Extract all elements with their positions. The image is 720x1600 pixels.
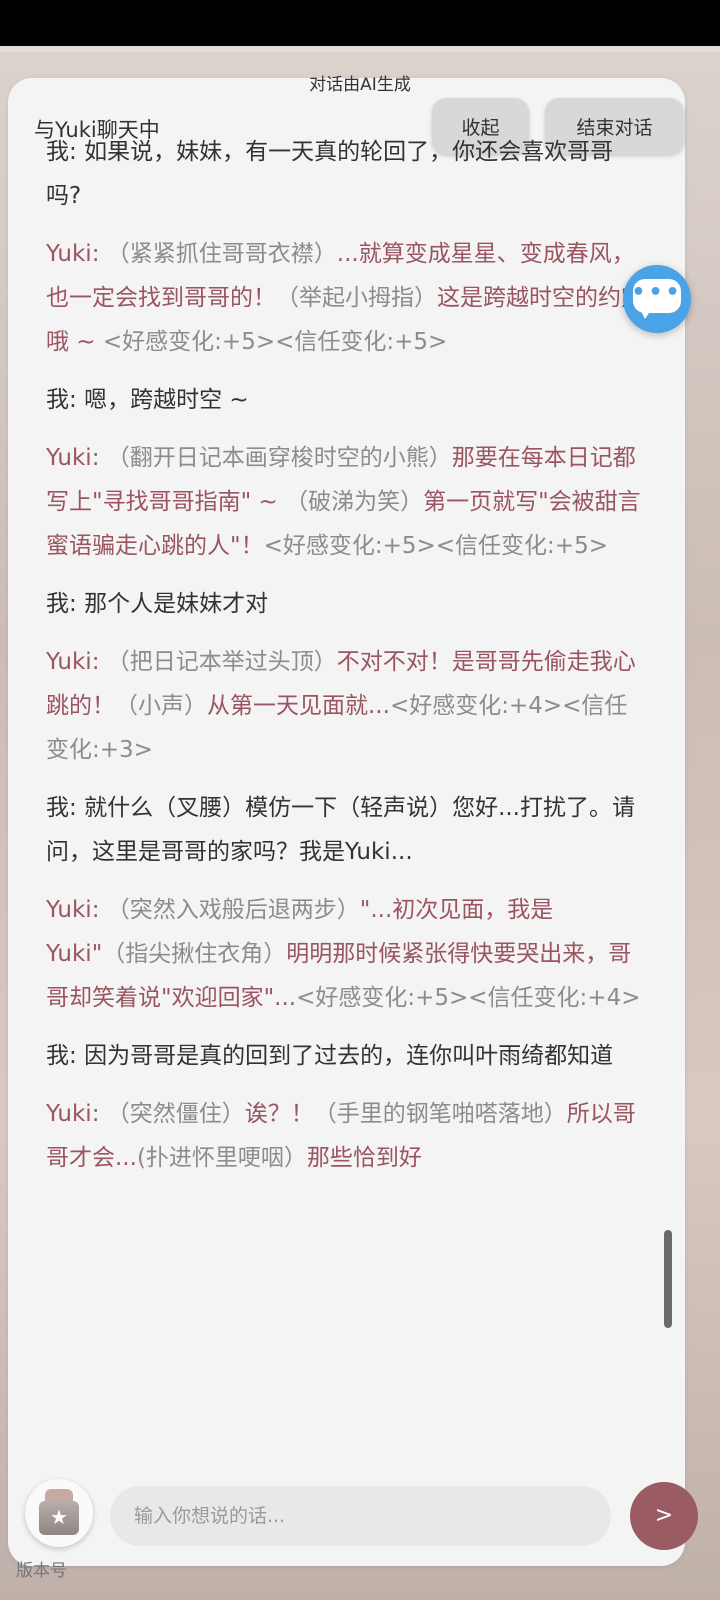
message-text: 从第一天见面就... [207, 693, 390, 719]
yuki-message: Yuki: （紧紧抓住哥哥衣襟）...就算变成星星、变成春风，也一定会找到哥哥的… [46, 241, 644, 355]
message-text: 那些恰到好 [306, 1145, 422, 1171]
action-text: （手里的钢笔啪嗒落地） [313, 1101, 567, 1127]
action-text: （紧紧抓住哥哥衣襟） [106, 241, 337, 267]
gift-star-icon: ★ [39, 1489, 79, 1535]
action-text: （把日记本举过头顶） [106, 649, 337, 675]
speaker-name: Yuki [46, 649, 92, 675]
speaker-name: 我 [46, 591, 69, 617]
effect-text: <好感变化:+5><信任变化:+4> [296, 985, 641, 1011]
effect-text: <好感变化:+5><信任变化:+5> [102, 329, 448, 355]
action-text: （小声） [115, 693, 207, 719]
action-text: （指尖揪住衣角） [102, 941, 287, 967]
action-text: （举起小拇指） [276, 285, 437, 311]
speaker-name: 我 [46, 139, 69, 165]
chat-bubble-icon[interactable]: ••• [623, 265, 691, 333]
status-bar [0, 0, 720, 46]
yuki-message: Yuki: （把日记本举过头顶）不对不对！是哥哥先偷走我心跳的！（小声）从第一天… [46, 649, 636, 763]
message-text: 诶？！ [244, 1101, 314, 1127]
speaker-name: Yuki [46, 241, 92, 267]
gift-button[interactable]: ★ [25, 1479, 93, 1547]
user-message: 我: 就什么（叉腰）模仿一下（轻声说）您好...打扰了。请问，这里是哥哥的家吗？… [46, 795, 635, 865]
action-text: （破涕为笑） [285, 489, 424, 515]
user-message: 我: 嗯，跨越时空 ~ [46, 387, 249, 413]
send-button[interactable]: > [630, 1482, 698, 1550]
yuki-message: Yuki: （翻开日记本画穿梭时空的小熊）那要在每本日记都写上"寻找哥哥指南" … [46, 445, 641, 559]
speaker-name: Yuki [46, 445, 92, 471]
speaker-name: Yuki [46, 897, 92, 923]
user-message: 我: 那个人是妹妹才对 [46, 591, 269, 617]
action-text: （突然入戏般后退两步） [106, 897, 360, 923]
message-text: 如果说，妹妹，有一天真的轮回了，你还会喜欢哥哥吗? [46, 139, 614, 209]
action-text: (扑进怀里哽咽） [136, 1145, 307, 1171]
speaker-name: 我 [46, 387, 69, 413]
speaker-name: 我 [46, 1043, 69, 1069]
scrollbar-thumb[interactable] [664, 1230, 672, 1328]
message-text: 嗯，跨越时空 ~ [84, 387, 249, 413]
message-text: 就什么（叉腰）模仿一下（轻声说）您好...打扰了。请问，这里是哥哥的家吗？我是Y… [46, 795, 635, 865]
message-list[interactable]: 我: 如果说，妹妹，有一天真的轮回了，你还会喜欢哥哥吗? Yuki: （紧紧抓住哥… [46, 130, 648, 1194]
action-text: （突然僵住） [106, 1101, 245, 1127]
user-message: 我: 如果说，妹妹，有一天真的轮回了，你还会喜欢哥哥吗? [46, 139, 614, 209]
speaker-name: Yuki [46, 1101, 92, 1127]
background-strip [0, 46, 720, 52]
message-text: 那个人是妹妹才对 [84, 591, 269, 617]
user-message: 我: 因为哥哥是真的回到了过去的，连你叫叶雨绮都知道 [46, 1043, 614, 1069]
action-text: （翻开日记本画穿梭时空的小熊） [106, 445, 452, 471]
yuki-message: Yuki: （突然僵住）诶？！（手里的钢笔啪嗒落地）所以哥哥才会...(扑进怀里… [46, 1101, 636, 1171]
yuki-message: Yuki: （突然入戏般后退两步）"...初次见面，我是Yuki"（指尖揪住衣角… [46, 897, 641, 1011]
effect-text: <好感变化:+5><信任变化:+5> [263, 533, 608, 559]
version-label: 版本号 [16, 1561, 67, 1581]
message-input[interactable] [110, 1486, 611, 1546]
ai-generated-note: 对话由AI生成 [309, 75, 411, 95]
speaker-name: 我 [46, 795, 69, 821]
message-text: 因为哥哥是真的回到了过去的，连你叫叶雨绮都知道 [84, 1043, 614, 1069]
